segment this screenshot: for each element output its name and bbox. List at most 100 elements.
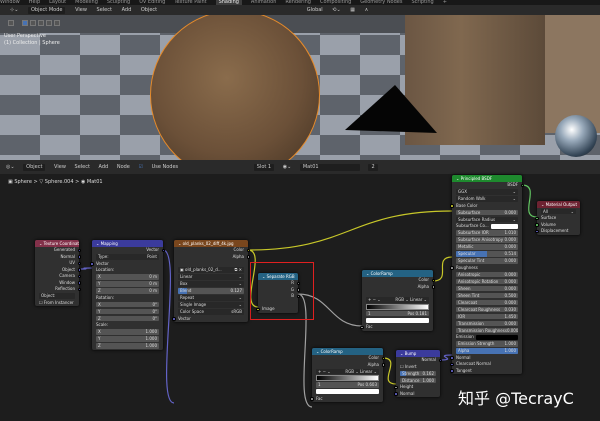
dropdown[interactable]: Random Walk ⌄ bbox=[456, 196, 518, 202]
value-field[interactable]: Z 0° bbox=[96, 315, 159, 321]
socket-output[interactable] bbox=[296, 294, 300, 298]
socket-input[interactable] bbox=[535, 216, 539, 220]
value-field[interactable]: Y 1.000 bbox=[96, 336, 159, 342]
value-field[interactable]: Strength 0.162 bbox=[400, 370, 436, 376]
value-field[interactable]: 1 Pos 0.603 bbox=[316, 382, 379, 388]
socket-output[interactable] bbox=[77, 261, 81, 265]
value-field[interactable]: Anisotropic Rotation 0.000 bbox=[456, 278, 518, 284]
socket-output[interactable] bbox=[520, 183, 524, 187]
color-ramp-gradient[interactable] bbox=[366, 303, 429, 310]
socket-output[interactable] bbox=[77, 274, 81, 278]
socket-input[interactable] bbox=[394, 385, 398, 389]
node-link[interactable] bbox=[382, 357, 397, 385]
color-swatch[interactable] bbox=[475, 334, 518, 340]
dropdown[interactable]: Type: Point bbox=[96, 254, 159, 260]
socket-input[interactable] bbox=[450, 204, 454, 208]
socket-output[interactable] bbox=[431, 285, 435, 289]
value-field[interactable]: Z 1.000 bbox=[96, 343, 159, 349]
value-field[interactable]: Sheen 0.000 bbox=[456, 285, 518, 291]
value-field[interactable]: Subsurface 0.000 bbox=[456, 209, 518, 215]
node-header[interactable]: ⌄ Separate RGB bbox=[258, 273, 298, 280]
value-field[interactable]: Distance 1.000 bbox=[400, 377, 436, 383]
dropdown[interactable]: + − ⌄ RGB ⌄ Linear ⌄ bbox=[366, 297, 429, 303]
socket-output[interactable] bbox=[77, 248, 81, 252]
socket-input[interactable] bbox=[450, 362, 454, 366]
node-link[interactable] bbox=[162, 249, 175, 404]
socket-input[interactable] bbox=[360, 325, 364, 330]
value-field[interactable]: Alpha 1.000 bbox=[456, 348, 518, 354]
socket-output[interactable] bbox=[381, 356, 385, 360]
node-header[interactable]: ⌄ Material Output bbox=[537, 201, 580, 208]
socket-output[interactable] bbox=[381, 363, 385, 367]
color-ramp-gradient[interactable] bbox=[316, 375, 379, 382]
node-header[interactable]: ⌄ old_planks_02_diff_4k.jpg bbox=[174, 240, 248, 247]
value-field[interactable]: X 0 m bbox=[96, 274, 159, 280]
socket-input[interactable] bbox=[450, 369, 454, 373]
socket-output[interactable] bbox=[77, 287, 81, 291]
value-field[interactable]: Specular 0.514 bbox=[456, 251, 518, 257]
socket-input[interactable] bbox=[90, 262, 94, 266]
color-ramp-2-node[interactable]: ⌄ ColorRamp Color Alpha + − ⌄ RGB ⌄ Linear ⌄… bbox=[310, 348, 385, 403]
dropdown[interactable]: Subsurface Radius ⌄ bbox=[456, 216, 518, 222]
dropdown[interactable]: Linear ⌄ bbox=[178, 274, 244, 280]
color-swatch[interactable] bbox=[490, 223, 518, 229]
value-field[interactable]: Emission Strength 1.000 bbox=[456, 341, 518, 347]
value-field[interactable]: Clearcoat 0.000 bbox=[456, 299, 518, 305]
value-field[interactable]: Metallic 0.000 bbox=[456, 244, 518, 250]
texture-coordinate-node[interactable]: ⌄ Texture Coordinate Generated Normal UV Obj… bbox=[35, 240, 81, 306]
dropdown[interactable]: All ⌄ bbox=[541, 208, 576, 214]
value-field[interactable]: Sheen Tint 0.500 bbox=[456, 292, 518, 298]
dropdown[interactable]: Single Image ⌄ bbox=[178, 302, 244, 308]
dropdown[interactable]: GGX ⌄ bbox=[456, 189, 518, 195]
dropdown[interactable]: Color Space sRGB bbox=[178, 309, 244, 315]
socket-output[interactable] bbox=[431, 278, 435, 282]
socket-output[interactable] bbox=[77, 281, 81, 285]
value-field[interactable]: Anisotropic 0.000 bbox=[456, 271, 518, 277]
socket-output[interactable] bbox=[161, 248, 165, 252]
value-field[interactable]: Specular Tint 0.000 bbox=[456, 258, 518, 264]
value-field[interactable]: Subsurface Anisotropy 0.000 bbox=[456, 237, 518, 243]
dropdown[interactable]: Repeat ⌄ bbox=[178, 295, 244, 301]
socket-output[interactable] bbox=[77, 255, 81, 259]
material-output-node[interactable]: ⌄ Material Output All ⌄ Surface Volume Displa… bbox=[535, 201, 580, 235]
node-header[interactable]: ⌄ ColorRamp bbox=[312, 348, 383, 355]
node-link[interactable] bbox=[521, 184, 538, 218]
dropdown[interactable]: Box ⌄ bbox=[178, 281, 244, 287]
node-header[interactable]: ⌄ ColorRamp bbox=[362, 270, 433, 277]
value-field[interactable]: Clearcoat Roughness 0.030 bbox=[456, 306, 518, 312]
mapping-node[interactable]: ⌄ Mapping Vector Type: Point Vector Location:… bbox=[90, 240, 165, 350]
bump-node[interactable]: ⌄ Bump Normal ☐ Invert Strength 0.162 Distanc… bbox=[394, 350, 442, 397]
image-texture-node[interactable]: ⌄ old_planks_02_diff_4k.jpg Color Alpha ▣ o… bbox=[172, 240, 250, 322]
value-field[interactable]: Transmission 0.000 bbox=[456, 320, 518, 326]
socket-input[interactable] bbox=[394, 392, 398, 396]
node-link[interactable] bbox=[432, 256, 453, 282]
socket-input[interactable] bbox=[450, 266, 454, 270]
dropdown[interactable]: + − ⌄ RGB ⌄ Linear ⌄ bbox=[316, 368, 379, 374]
socket-output[interactable] bbox=[246, 248, 250, 252]
value-field[interactable]: X 0° bbox=[96, 301, 159, 307]
value-field[interactable]: X 1.000 bbox=[96, 329, 159, 335]
color-ramp-1-node[interactable]: ⌄ ColorRamp Color Alpha + − ⌄ RGB ⌄ Linear ⌄… bbox=[360, 270, 435, 331]
socket-output[interactable] bbox=[296, 288, 300, 292]
node-header[interactable]: ⌄ Texture Coordinate bbox=[35, 240, 79, 247]
dropdown[interactable]: ▣ old_planks_02_d... ⧉ ✕ bbox=[178, 267, 244, 273]
node-header[interactable]: ⌄ Bump bbox=[396, 350, 440, 357]
dropdown[interactable]: Object: bbox=[39, 293, 75, 299]
socket-input[interactable] bbox=[535, 229, 539, 233]
color-swatch[interactable] bbox=[316, 389, 379, 395]
value-field[interactable]: Z 0 m bbox=[96, 288, 159, 294]
value-field[interactable]: Blend 0.127 bbox=[178, 288, 244, 294]
socket-output[interactable] bbox=[246, 255, 250, 259]
principled-bsdf-node[interactable]: ⌄ Principled BSDF BSDF GGX ⌄ Random Walk ⌄ Bas… bbox=[450, 175, 524, 374]
socket-input[interactable] bbox=[450, 356, 454, 360]
socket-input[interactable] bbox=[535, 223, 539, 227]
value-field[interactable]: 1 Pos 0.181 bbox=[366, 310, 429, 317]
socket-input[interactable] bbox=[310, 397, 314, 401]
socket-output[interactable] bbox=[77, 268, 81, 272]
value-field[interactable]: IOR 1.450 bbox=[456, 313, 518, 319]
node-header[interactable]: ⌄ Mapping bbox=[92, 240, 163, 247]
node-link[interactable] bbox=[247, 210, 453, 251]
value-field[interactable]: Y 0° bbox=[96, 308, 159, 314]
color-swatch[interactable] bbox=[366, 317, 429, 323]
socket-output[interactable] bbox=[296, 281, 300, 285]
